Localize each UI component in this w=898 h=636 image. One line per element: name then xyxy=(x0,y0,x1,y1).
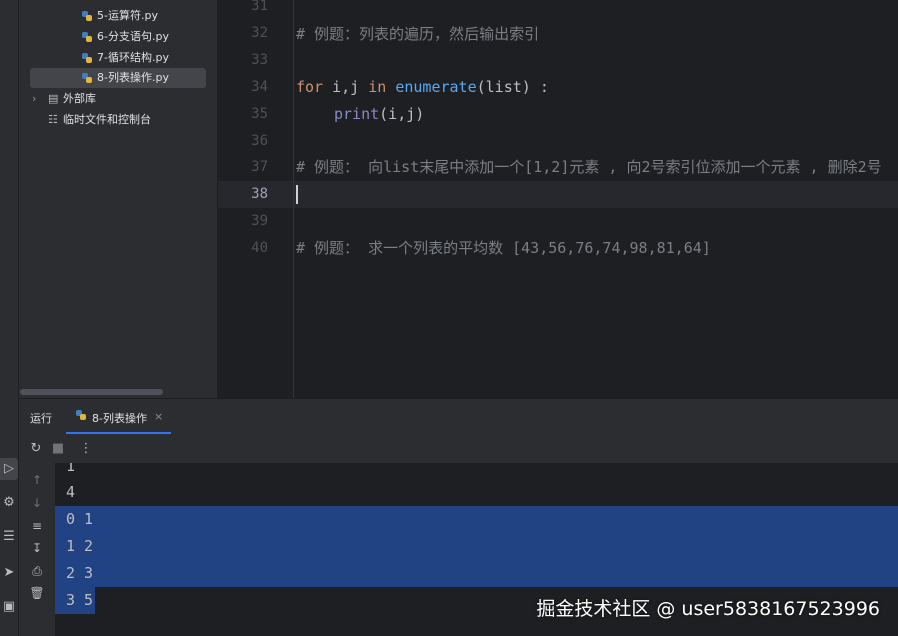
run-tool-icon[interactable]: ▷ xyxy=(0,458,18,480)
tree-item-scratches[interactable]: ☷ 临时文件和控制台 xyxy=(30,110,206,130)
line-number: 39 xyxy=(251,213,268,229)
console-line: 4 xyxy=(66,483,76,501)
chevron-right-icon[interactable]: › xyxy=(32,89,36,109)
scroll-to-end-icon[interactable]: ↧ xyxy=(28,539,46,557)
tree-item-label: 7-循环结构.py xyxy=(97,51,169,64)
python-file-icon xyxy=(82,11,92,21)
run-tab-label[interactable]: 8-列表操作 xyxy=(92,410,147,426)
python-file-icon xyxy=(82,32,92,42)
scratches-icon: ☷ xyxy=(48,113,58,126)
stop-icon[interactable]: ■ xyxy=(49,439,67,459)
console-line-selected: 3 5 xyxy=(55,587,95,614)
tree-item-label: 外部库 xyxy=(63,92,96,105)
rerun-icon[interactable]: ↻ xyxy=(27,439,45,459)
gutter-separator xyxy=(293,0,294,398)
code-comment: # 例题： 向list末尾中添加一个[1,2]元素 , 向2号索引位添加一个元素… xyxy=(296,158,882,176)
tree-item-file[interactable]: 6-分支语句.py xyxy=(30,27,206,47)
watermark: 掘金技术社区 @ user5838167523996 xyxy=(536,598,880,620)
tree-item-label: 5-运算符.py xyxy=(97,9,158,22)
layers-icon[interactable]: ☰ xyxy=(0,526,18,548)
python-file-icon xyxy=(76,409,86,422)
code-line: print(i,j) xyxy=(334,101,424,128)
line-number: 34 xyxy=(251,79,268,95)
print-icon[interactable]: ⎙ xyxy=(28,562,46,580)
console-line: 1 xyxy=(66,463,76,475)
builtin-function: enumerate xyxy=(395,78,477,96)
soft-wrap-icon[interactable]: ≡ xyxy=(28,517,46,535)
services-icon[interactable]: ➤ xyxy=(0,562,18,584)
code-text: i,j xyxy=(323,78,369,96)
keyword: for xyxy=(296,78,324,96)
project-tree: 5-运算符.py 6-分支语句.py 7-循环结构.py 8-列表操作.py ›… xyxy=(19,0,217,398)
tool-window-strip: ▷ ⚙ ☰ ➤ ▣ xyxy=(0,0,19,636)
trash-icon[interactable]: 🗑 xyxy=(28,584,46,602)
python-file-icon xyxy=(82,53,92,63)
code-line: for i,j in enumerate(list) : xyxy=(296,74,549,101)
code-comment: # 例题：列表的遍历，然后输出索引 xyxy=(296,25,540,43)
current-line-highlight xyxy=(218,181,898,208)
code-text: (list) : xyxy=(476,78,549,96)
line-number: 36 xyxy=(251,133,268,149)
line-number: 31 xyxy=(251,0,268,14)
arrow-up-icon[interactable]: ↑ xyxy=(28,471,46,489)
tree-item-file-selected[interactable]: 8-列表操作.py xyxy=(30,68,206,88)
tree-item-label: 临时文件和控制台 xyxy=(63,113,151,126)
tree-item-external-libraries[interactable]: › ▤ 外部库 xyxy=(30,89,206,109)
line-number: 40 xyxy=(251,240,268,256)
console-line-selected: 2 3 xyxy=(55,560,898,587)
code-comment: # 例题： 求一个列表的平均数 [43,56,76,74,98,81,64] xyxy=(296,239,711,257)
console-line-selected: 1 2 xyxy=(55,533,898,560)
line-number-current: 38 xyxy=(251,186,268,202)
arrow-down-icon[interactable]: ↓ xyxy=(28,494,46,512)
builtin-function: print xyxy=(334,105,380,123)
console-side-toolbar: ↑ ↓ ≡ ↧ ⎙ 🗑 xyxy=(19,463,55,636)
code-text: (i,j) xyxy=(379,105,425,123)
line-number: 32 xyxy=(251,25,268,41)
run-panel-header: 运行 8-列表操作 × xyxy=(19,398,898,436)
library-icon: ▤ xyxy=(48,92,59,105)
line-number: 35 xyxy=(251,106,268,122)
horizontal-scrollbar[interactable] xyxy=(20,389,163,395)
active-tab-indicator xyxy=(66,432,171,434)
keyword: in xyxy=(368,78,387,96)
line-number: 37 xyxy=(251,159,268,175)
python-file-icon xyxy=(82,73,92,83)
run-panel-title: 运行 xyxy=(30,412,52,425)
terminal-icon[interactable]: ▣ xyxy=(0,596,18,618)
close-tab-icon[interactable]: × xyxy=(154,410,163,423)
run-toolbar: ↻ ■ ⋮ xyxy=(19,435,898,463)
tree-item-file[interactable]: 7-循环结构.py xyxy=(30,48,206,68)
line-number: 33 xyxy=(251,52,268,68)
text-caret xyxy=(296,185,298,204)
tree-item-label: 6-分支语句.py xyxy=(97,30,169,43)
more-options-icon[interactable]: ⋮ xyxy=(77,439,95,459)
python-packages-icon[interactable]: ⚙ xyxy=(0,492,18,514)
tree-item-label: 8-列表操作.py xyxy=(97,71,169,84)
console-line-selected: 0 1 xyxy=(55,506,898,533)
tree-item-file[interactable]: 5-运算符.py xyxy=(30,6,206,26)
